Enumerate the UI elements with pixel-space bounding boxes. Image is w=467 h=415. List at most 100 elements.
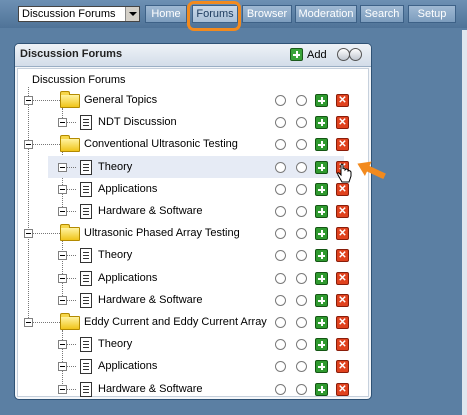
collapse-icon[interactable] — [58, 118, 67, 128]
collapse-icon[interactable] — [58, 162, 67, 172]
nav-moderation-button[interactable]: Moderation — [295, 5, 357, 23]
nav-setup-button[interactable]: Setup — [408, 5, 456, 23]
add-icon[interactable] — [315, 138, 328, 152]
delete-icon[interactable]: ✕ — [336, 271, 349, 285]
tree-group-row[interactable]: General Topics ✕ — [18, 89, 368, 111]
restore-icon[interactable] — [349, 48, 362, 61]
move-up-radio[interactable] — [275, 383, 286, 395]
move-up-radio[interactable] — [275, 161, 286, 173]
collapse-icon[interactable] — [58, 384, 67, 394]
tree-group-row[interactable]: Ultrasonic Phased Array Testing ✕ — [18, 222, 368, 244]
move-down-radio[interactable] — [296, 294, 307, 306]
add-icon[interactable] — [315, 227, 328, 241]
forum-item-row[interactable]: Theory ✕ — [18, 333, 368, 355]
collapse-icon[interactable] — [58, 184, 67, 194]
forum-item-row[interactable]: Hardware & Software ✕ — [18, 289, 368, 311]
add-icon[interactable] — [315, 182, 328, 196]
move-down-radio[interactable] — [296, 272, 307, 284]
forum-item-row[interactable]: NDT Discussion ✕ — [18, 111, 368, 133]
collapse-icon[interactable] — [24, 140, 33, 150]
collapse-icon[interactable] — [58, 251, 67, 261]
move-down-radio[interactable] — [296, 95, 307, 106]
move-down-radio[interactable] — [296, 139, 307, 151]
move-down-radio[interactable] — [296, 228, 307, 240]
move-up-radio[interactable] — [275, 339, 286, 351]
move-up-radio[interactable] — [275, 183, 286, 195]
move-down-radio[interactable] — [296, 117, 307, 129]
forum-item-row[interactable]: Hardware & Software ✕ — [18, 378, 368, 399]
delete-icon[interactable]: ✕ — [336, 316, 349, 329]
delete-icon[interactable]: ✕ — [336, 382, 349, 396]
add-icon[interactable] — [315, 338, 328, 352]
move-down-radio[interactable] — [296, 206, 307, 217]
delete-icon[interactable]: ✕ — [336, 227, 349, 241]
nav-search-button[interactable]: Search — [360, 5, 404, 23]
add-icon[interactable] — [315, 160, 328, 174]
collapse-icon[interactable] — [24, 229, 33, 239]
delete-icon[interactable]: ✕ — [336, 94, 349, 107]
move-down-radio[interactable] — [296, 317, 307, 328]
forum-selector-dropdown[interactable]: Discussion Forums — [18, 6, 140, 22]
add-icon[interactable] — [315, 293, 328, 307]
forum-item-label[interactable]: Hardware & Software — [98, 205, 203, 217]
forum-item-label[interactable]: Applications — [98, 272, 157, 284]
collapse-icon[interactable] — [58, 273, 67, 283]
move-up-radio[interactable] — [275, 250, 286, 262]
delete-icon[interactable]: ✕ — [336, 138, 349, 152]
delete-icon[interactable]: ✕ — [336, 293, 349, 307]
delete-icon[interactable]: ✕ — [336, 249, 349, 263]
delete-icon[interactable]: ✕ — [336, 338, 349, 352]
move-up-radio[interactable] — [275, 361, 286, 373]
forum-item-row[interactable]: Theory✕ — [48, 155, 349, 178]
add-icon[interactable] — [315, 382, 328, 396]
delete-icon[interactable]: ✕ — [336, 360, 349, 374]
nav-browser-button[interactable]: Browser — [242, 5, 292, 23]
collapse-icon[interactable] — [58, 340, 67, 350]
move-up-radio[interactable] — [275, 317, 286, 328]
add-icon[interactable] — [290, 48, 303, 61]
move-down-radio[interactable] — [296, 361, 307, 373]
delete-icon[interactable]: ✕ — [336, 205, 349, 218]
move-down-radio[interactable] — [296, 383, 307, 395]
add-icon[interactable] — [315, 271, 328, 285]
chevron-down-icon[interactable] — [125, 7, 139, 21]
collapse-icon[interactable] — [24, 96, 33, 105]
forum-item-label[interactable]: Theory — [98, 161, 132, 173]
add-icon[interactable] — [315, 360, 328, 374]
add-icon[interactable] — [315, 316, 328, 329]
add-icon[interactable] — [315, 205, 328, 218]
forum-item-row[interactable]: Hardware & Software ✕ — [18, 200, 368, 222]
add-icon[interactable] — [315, 94, 328, 107]
forum-group-label[interactable]: Ultrasonic Phased Array Testing — [84, 227, 240, 239]
move-up-radio[interactable] — [275, 95, 286, 106]
move-down-radio[interactable] — [296, 250, 307, 262]
forum-item-row[interactable]: Applications ✕ — [18, 178, 368, 200]
add-icon[interactable] — [315, 249, 328, 263]
delete-icon[interactable]: ✕ — [336, 116, 349, 130]
collapse-icon[interactable] — [58, 295, 67, 305]
add-button-label[interactable]: Add — [307, 49, 327, 61]
page-scrollbar[interactable] — [462, 30, 467, 415]
move-up-radio[interactable] — [275, 206, 286, 217]
move-up-radio[interactable] — [275, 294, 286, 306]
nav-home-button[interactable]: Home — [145, 5, 187, 23]
forum-group-label[interactable]: Conventional Ultrasonic Testing — [84, 138, 238, 150]
forum-item-label[interactable]: Applications — [98, 360, 157, 372]
tree-group-row[interactable]: Eddy Current and Eddy Current Array ✕ — [18, 311, 368, 333]
forum-item-label[interactable]: Theory — [98, 338, 132, 350]
forum-item-label[interactable]: Theory — [98, 249, 132, 261]
forum-item-label[interactable]: Hardware & Software — [98, 383, 203, 395]
forum-group-label[interactable]: General Topics — [84, 94, 157, 106]
tree-group-row[interactable]: Conventional Ultrasonic Testing ✕ — [18, 133, 368, 155]
move-down-radio[interactable] — [296, 339, 307, 351]
forum-item-row[interactable]: Theory ✕ — [18, 244, 368, 266]
forum-item-label[interactable]: Hardware & Software — [98, 294, 203, 306]
move-up-radio[interactable] — [275, 228, 286, 240]
add-icon[interactable] — [315, 116, 328, 130]
forum-item-label[interactable]: Applications — [98, 183, 157, 195]
collapse-icon[interactable] — [58, 207, 67, 216]
move-down-radio[interactable] — [296, 161, 307, 173]
forum-item-row[interactable]: Applications ✕ — [18, 267, 368, 289]
forum-item-label[interactable]: NDT Discussion — [98, 116, 177, 128]
forum-item-row[interactable]: Applications ✕ — [18, 355, 368, 377]
